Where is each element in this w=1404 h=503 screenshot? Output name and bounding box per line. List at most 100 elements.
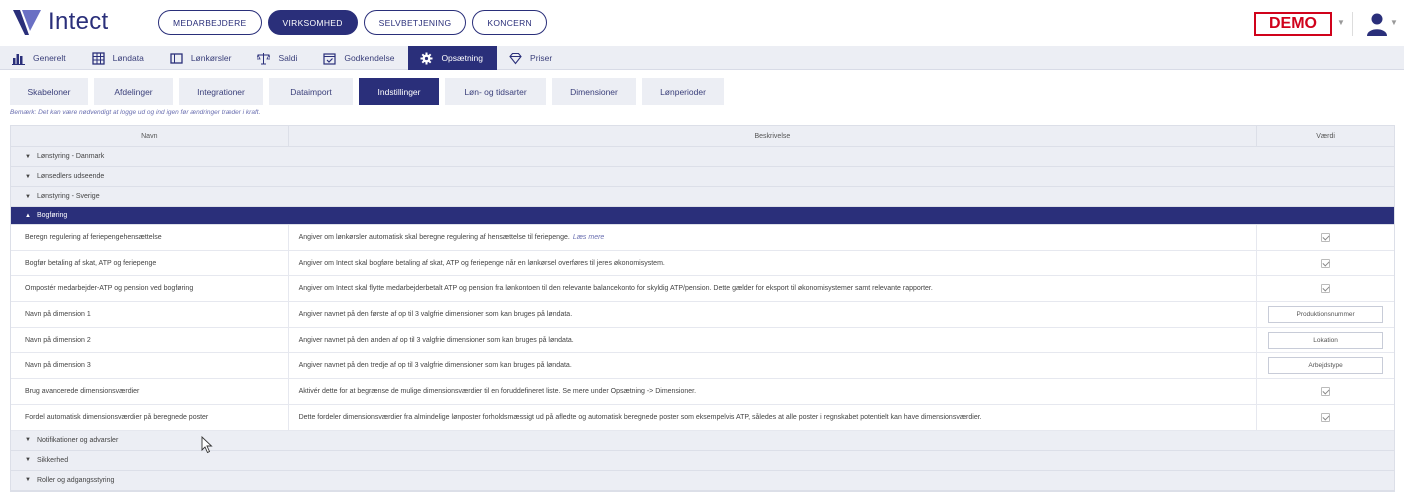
column-header-beskrivelse[interactable]: Beskrivelse (289, 126, 1258, 146)
group-label: Roller og adgangsstyring (36, 476, 115, 484)
expand-triangle-icon: ▼ (25, 477, 31, 483)
expand-triangle-icon: ▼ (25, 193, 31, 200)
setting-value: Lokation (1257, 328, 1394, 353)
dimension-name-input[interactable]: Lokation (1268, 331, 1384, 349)
logo-mark-icon (13, 10, 41, 35)
setting-value (1257, 379, 1394, 404)
setting-description: Angiver om Intect skal flytte medarbejde… (289, 276, 1258, 302)
group-row-expanded[interactable]: ▲ Bogføring (11, 207, 1394, 225)
diamond-icon (509, 52, 522, 64)
table-row: Navn på dimension 1 Angiver navnet på de… (11, 302, 1394, 328)
nav-koncern[interactable]: KONCERN (472, 10, 547, 35)
demo-company-selector[interactable]: DEMO (1254, 12, 1332, 36)
setting-description: Angiver navnet på den første af op til 3… (289, 302, 1258, 327)
setting-checkbox[interactable] (1321, 284, 1331, 294)
table-row: Navn på dimension 3 Angiver navnet på de… (11, 353, 1394, 380)
tab-loen-og-tidsarter[interactable]: Løn- og tidsarter (445, 78, 546, 105)
header-divider (1352, 12, 1353, 36)
module-generelt[interactable]: Generelt (0, 46, 80, 70)
setting-description: Dette fordeler dimensionsværdier fra alm… (289, 404, 1258, 430)
description-text: Angiver om lønkørsler automatisk skal be… (298, 233, 570, 241)
setting-checkbox[interactable] (1321, 386, 1331, 396)
read-more-link[interactable]: Læs mere (573, 234, 605, 241)
module-loenkoersler[interactable]: Lønkørsler (158, 46, 246, 70)
setting-name: Navn på dimension 2 (11, 327, 289, 353)
setting-name: Beregn regulering af feriepengehensættel… (11, 225, 289, 250)
nav-selvbetjening[interactable]: SELVBETJENING (363, 10, 467, 35)
setting-description: Angiver om Intect skal bogføre betaling … (289, 250, 1258, 276)
module-label: Godkendelse (344, 53, 395, 63)
tab-loenperioder[interactable]: Lønperioder (642, 78, 724, 105)
setting-name: Bogfør betaling af skat, ATP og feriepen… (11, 250, 289, 276)
tab-integrationer[interactable]: Integrationer (179, 78, 263, 105)
window-icon (170, 52, 183, 64)
setting-description: Aktivér dette for at begrænse de mulige … (289, 379, 1258, 404)
dimension-name-input[interactable]: Produktionsnummer (1268, 305, 1384, 323)
setting-value: Arbejdstype (1257, 353, 1394, 378)
grid-header: Navn Beskrivelse Værdi (11, 126, 1394, 147)
grid-icon (91, 51, 105, 65)
user-avatar-icon[interactable] (1366, 12, 1388, 36)
column-header-navn[interactable]: Navn (11, 126, 289, 146)
module-label: Priser (530, 53, 553, 63)
setting-name: Brug avancerede dimensionsværdier (11, 379, 289, 404)
module-loendata[interactable]: Løndata (80, 46, 158, 70)
intect-logo[interactable]: Intect (12, 7, 109, 37)
group-label: Lønsedlers udseende (36, 173, 105, 180)
setting-checkbox[interactable] (1321, 258, 1331, 268)
group-row[interactable]: ▼ Lønsedlers udseende (11, 167, 1394, 187)
gear-icon (420, 52, 433, 64)
bar-chart-icon (12, 53, 25, 65)
group-row[interactable]: ▼ Lønstyring - Sverige (11, 187, 1394, 207)
tab-afdelinger[interactable]: Afdelinger (94, 78, 173, 105)
settings-grid: Navn Beskrivelse Værdi ▼ Lønstyring - Dan… (10, 125, 1395, 492)
table-row: Brug avancerede dimensionsværdier Aktivé… (11, 379, 1394, 405)
setting-description: Angiver navnet på den tredje af op til 3… (289, 353, 1258, 379)
nav-virksomhed[interactable]: VIRKSOMHED (267, 10, 358, 35)
dimension-name-input[interactable]: Arbejdstype (1268, 357, 1384, 375)
group-row[interactable]: ▼ Roller og adgangsstyring (11, 470, 1394, 491)
nav-medarbejdere[interactable]: MEDARBEJDERE (158, 10, 262, 35)
logo-text: Intect (48, 8, 109, 35)
chevron-down-icon[interactable]: ▼ (1337, 18, 1345, 27)
module-label: Generelt (33, 53, 66, 63)
table-row: Navn på dimension 2 Angiver navnet på de… (11, 327, 1394, 354)
group-label: Bogføring (36, 212, 68, 219)
group-row[interactable]: ▼ Notifikationer og advarsler (11, 430, 1394, 451)
settings-subtabs: Skabeloner Afdelinger Integrationer Data… (10, 78, 724, 105)
tab-indstillinger[interactable]: Indstillinger (359, 78, 439, 105)
chevron-down-icon[interactable]: ▼ (1390, 18, 1398, 27)
tab-dimensioner[interactable]: Dimensioner (552, 78, 636, 105)
module-opsaetning[interactable]: Opsætning (408, 46, 498, 70)
scale-icon (257, 52, 271, 64)
group-row[interactable]: ▼ Lønstyring - Danmark (11, 147, 1394, 167)
group-label: Lønstyring - Danmark (36, 153, 105, 160)
expand-triangle-icon: ▼ (25, 153, 31, 160)
setting-name: Navn på dimension 3 (11, 353, 289, 379)
expand-triangle-icon: ▼ (25, 437, 31, 443)
setting-name: Ompostér medarbejder-ATP og pension ved … (11, 276, 289, 302)
setting-checkbox[interactable] (1321, 232, 1331, 242)
expand-triangle-icon: ▼ (25, 457, 31, 463)
module-label: Saldi (278, 53, 298, 63)
collapse-triangle-icon: ▲ (25, 212, 31, 219)
setting-checkbox[interactable] (1321, 412, 1331, 422)
setting-value: Produktionsnummer (1257, 302, 1394, 327)
group-label: Notifikationer og advarsler (36, 436, 119, 444)
module-navigation: Generelt Løndata Lønkørsler Saldi Godken… (0, 46, 1404, 70)
tab-dataimport[interactable]: Dataimport (269, 78, 353, 105)
group-label: Lønstyring - Sverige (36, 193, 100, 200)
setting-value (1257, 251, 1394, 276)
module-priser[interactable]: Priser (497, 46, 566, 70)
column-header-vaerdi[interactable]: Værdi (1257, 126, 1394, 146)
group-row[interactable]: ▼ Sikkerhed (11, 450, 1394, 471)
calendar-check-icon (323, 52, 336, 65)
module-godkendelse[interactable]: Godkendelse (311, 46, 408, 70)
app-header: Intect MEDARBEJDERE VIRKSOMHED SELVBETJE… (0, 0, 1404, 46)
module-label: Opsætning (441, 53, 484, 63)
module-saldi[interactable]: Saldi (245, 46, 311, 70)
expand-triangle-icon: ▼ (25, 173, 31, 180)
table-row: Bogfør betaling af skat, ATP og feriepen… (11, 250, 1394, 277)
tab-skabeloner[interactable]: Skabeloner (10, 78, 88, 105)
setting-description: Angiver om lønkørsler automatisk skal be… (289, 225, 1258, 250)
